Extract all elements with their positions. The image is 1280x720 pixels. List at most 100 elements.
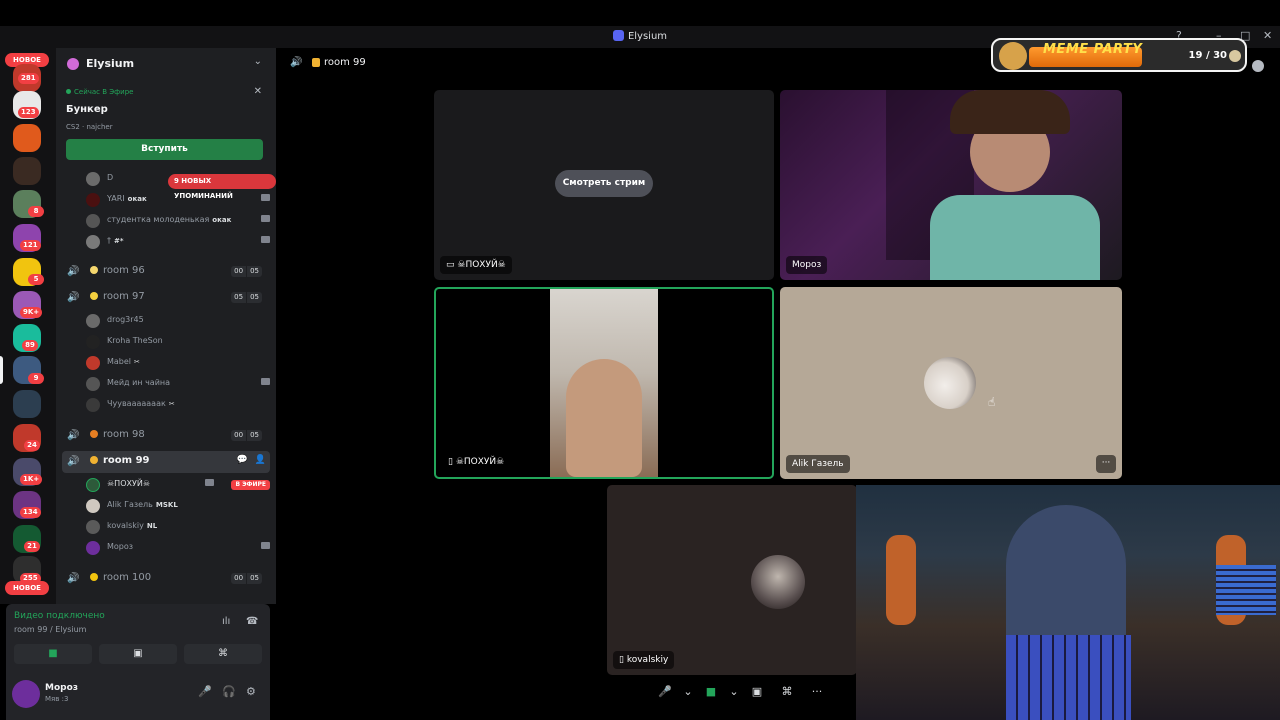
channel-emoji-icon bbox=[90, 456, 98, 464]
user-tag: NL bbox=[146, 522, 158, 530]
list-item[interactable]: kovalskiy NL bbox=[86, 517, 270, 537]
server-name: Elysium bbox=[86, 57, 135, 70]
voice-channel-room-99[interactable]: 🔊 room 99 💬 👤 bbox=[62, 451, 270, 473]
list-item[interactable]: † #* bbox=[86, 232, 270, 252]
server-header[interactable]: Elysium ⌄ bbox=[56, 48, 276, 80]
user-tag: ✂︎ bbox=[134, 358, 140, 366]
channel-name: room 97 bbox=[103, 291, 145, 302]
camera-tile-speaking[interactable]: ▯ ☠ПОХУЙ☠ bbox=[434, 287, 774, 479]
server-icon-3[interactable] bbox=[13, 124, 41, 152]
watch-stream-button[interactable]: Смотреть стрим bbox=[555, 170, 653, 197]
headphones-icon[interactable]: 🎧 bbox=[222, 685, 236, 698]
screen-share-icon[interactable]: ▣ bbox=[744, 680, 770, 704]
game-arch bbox=[1006, 505, 1126, 645]
list-item[interactable]: Мейд ин чайна bbox=[86, 374, 270, 394]
avatar bbox=[86, 172, 100, 186]
cursor-icon: ☝ bbox=[988, 395, 996, 409]
user-panel: Мороз Мяв :3 🎤 🎧 ⚙ bbox=[6, 670, 270, 720]
tile-label: Мороз bbox=[786, 256, 828, 274]
server-badge: 8 bbox=[28, 206, 44, 217]
chevron-down-icon[interactable]: ⌄ bbox=[682, 680, 694, 704]
avatar bbox=[86, 478, 100, 492]
avatar bbox=[924, 357, 976, 409]
more-icon[interactable]: ··· bbox=[804, 680, 830, 704]
list-item[interactable]: студентка молоденькая окак bbox=[86, 211, 270, 231]
avatar-tile-alik[interactable]: ☝ Alik Газель ··· bbox=[780, 287, 1122, 479]
list-item[interactable]: drog3r45 bbox=[86, 311, 270, 331]
camera-tile-moroz[interactable]: Мороз bbox=[780, 90, 1122, 280]
call-controls: 🎤 ⌄ ■ ⌄ ▣ ⌘ ··· bbox=[652, 678, 830, 706]
camera-icon bbox=[261, 215, 270, 222]
voice-channel-room-97[interactable]: 🔊 room 97 05 05 bbox=[56, 287, 276, 309]
voice-location[interactable]: room 99 / Elysium bbox=[14, 625, 86, 634]
trophy-icon bbox=[312, 58, 320, 67]
user-name: Чуувааааааак ✂︎ bbox=[107, 399, 175, 408]
server-badge: 9 bbox=[28, 373, 44, 384]
disconnect-icon[interactable]: ☎ bbox=[246, 616, 258, 627]
chevron-down-icon[interactable]: ⌄ bbox=[728, 680, 740, 704]
app-icon bbox=[612, 30, 624, 41]
avatar[interactable] bbox=[12, 680, 40, 708]
live-dot-icon bbox=[66, 89, 71, 94]
new-mentions-pill[interactable]: 9 НОВЫХ УПОМИНАНИЙ bbox=[168, 174, 276, 200]
tile-label: ▭ ☠ПОХУЙ☠ bbox=[440, 256, 512, 274]
list-item[interactable]: Чуувааааааак ✂︎ bbox=[86, 395, 270, 415]
video-camera-icon[interactable]: ■ bbox=[698, 680, 724, 704]
user-name: YARI окак bbox=[107, 194, 147, 203]
list-item[interactable]: Alik Газель MSKL bbox=[86, 496, 270, 516]
user-status: Мяв :3 bbox=[45, 695, 69, 703]
user-name: † #* bbox=[107, 236, 124, 245]
stream-tile[interactable]: Смотреть стрим ▭ ☠ПОХУЙ☠ bbox=[434, 90, 774, 280]
server-badge: 134 bbox=[20, 507, 41, 518]
user-tag: #* bbox=[114, 237, 124, 245]
list-item[interactable]: YARI окак bbox=[86, 190, 270, 210]
user-name: Мейд ин чайна bbox=[107, 378, 171, 387]
voice-channel-room-98[interactable]: 🔊 room 98 00 05 bbox=[56, 425, 276, 447]
microphone-icon[interactable]: 🎤 bbox=[652, 680, 678, 704]
chat-icon[interactable]: 💬 bbox=[237, 455, 248, 465]
voice-channel-room-100[interactable]: 🔊 room 100 00 05 bbox=[56, 568, 276, 590]
tile-label: ▯ kovalskiy bbox=[613, 651, 675, 669]
more-options-button[interactable]: ··· bbox=[1096, 455, 1116, 473]
user-name: D bbox=[107, 173, 114, 182]
camera-icon bbox=[261, 194, 270, 201]
screen-share-button[interactable]: ▣ bbox=[99, 644, 177, 664]
add-user-icon[interactable]: 👤 bbox=[255, 455, 266, 465]
channel-emoji-icon bbox=[90, 573, 98, 581]
main-call-area: 🔊 room 99 Смотреть стрим ▭ ☠ПОХУЙ☠ Мороз… bbox=[276, 48, 1280, 720]
gear-icon[interactable]: ⚙ bbox=[246, 685, 256, 698]
voice-channel-room-96[interactable]: 🔊 room 96 00 05 bbox=[56, 261, 276, 283]
join-button[interactable]: Вступить bbox=[66, 139, 263, 160]
new-pill-bottom[interactable]: НОВОЕ bbox=[5, 581, 49, 595]
user-name: ☠ПОХУЙ☠ bbox=[107, 479, 150, 488]
avatar bbox=[86, 193, 100, 207]
list-item[interactable]: ☠ПОХУЙ☠ В ЭФИРЕ bbox=[86, 475, 270, 495]
list-item[interactable]: Мороз bbox=[86, 538, 270, 558]
list-item[interactable]: Mabel ✂︎ bbox=[86, 353, 270, 373]
chevron-down-icon[interactable]: ⌄ bbox=[254, 56, 262, 67]
phone-icon: ▯ bbox=[448, 457, 456, 467]
screen-icon: ▭ bbox=[446, 260, 458, 270]
phone-icon: ▯ bbox=[619, 655, 627, 665]
room-name: room 99 bbox=[324, 57, 366, 68]
server-badge: 123 bbox=[18, 107, 39, 118]
server-badge: 281 bbox=[18, 73, 39, 84]
list-item[interactable]: Kroha TheSon bbox=[86, 332, 270, 352]
activity-icon[interactable]: ⌘ bbox=[774, 680, 800, 704]
close-icon[interactable]: ✕ bbox=[254, 86, 262, 97]
server-icon-11[interactable] bbox=[13, 390, 41, 418]
noise-suppression-icon[interactable]: ılı bbox=[222, 616, 230, 627]
microphone-icon[interactable]: 🎤 bbox=[198, 685, 212, 698]
user-name: Мороз bbox=[45, 683, 78, 693]
user-name: kovalskiy NL bbox=[107, 521, 158, 530]
close-window-icon[interactable]: ✕ bbox=[1263, 29, 1272, 42]
avatar bbox=[86, 335, 100, 349]
live-channel-name: Бункер bbox=[66, 104, 108, 115]
video-button[interactable]: ■ bbox=[14, 644, 92, 664]
avatar-tile-kovalskiy[interactable]: ▯ kovalskiy bbox=[607, 485, 857, 675]
activity-button[interactable]: ⌘ bbox=[184, 644, 262, 664]
user-name: Mabel ✂︎ bbox=[107, 357, 140, 366]
chat-bubble-icon[interactable] bbox=[1252, 60, 1264, 72]
server-icon-4[interactable] bbox=[13, 157, 41, 185]
channel-sidebar: Elysium ⌄ Сейчас В Эфире ✕ Бункер CS2 · … bbox=[56, 48, 276, 604]
